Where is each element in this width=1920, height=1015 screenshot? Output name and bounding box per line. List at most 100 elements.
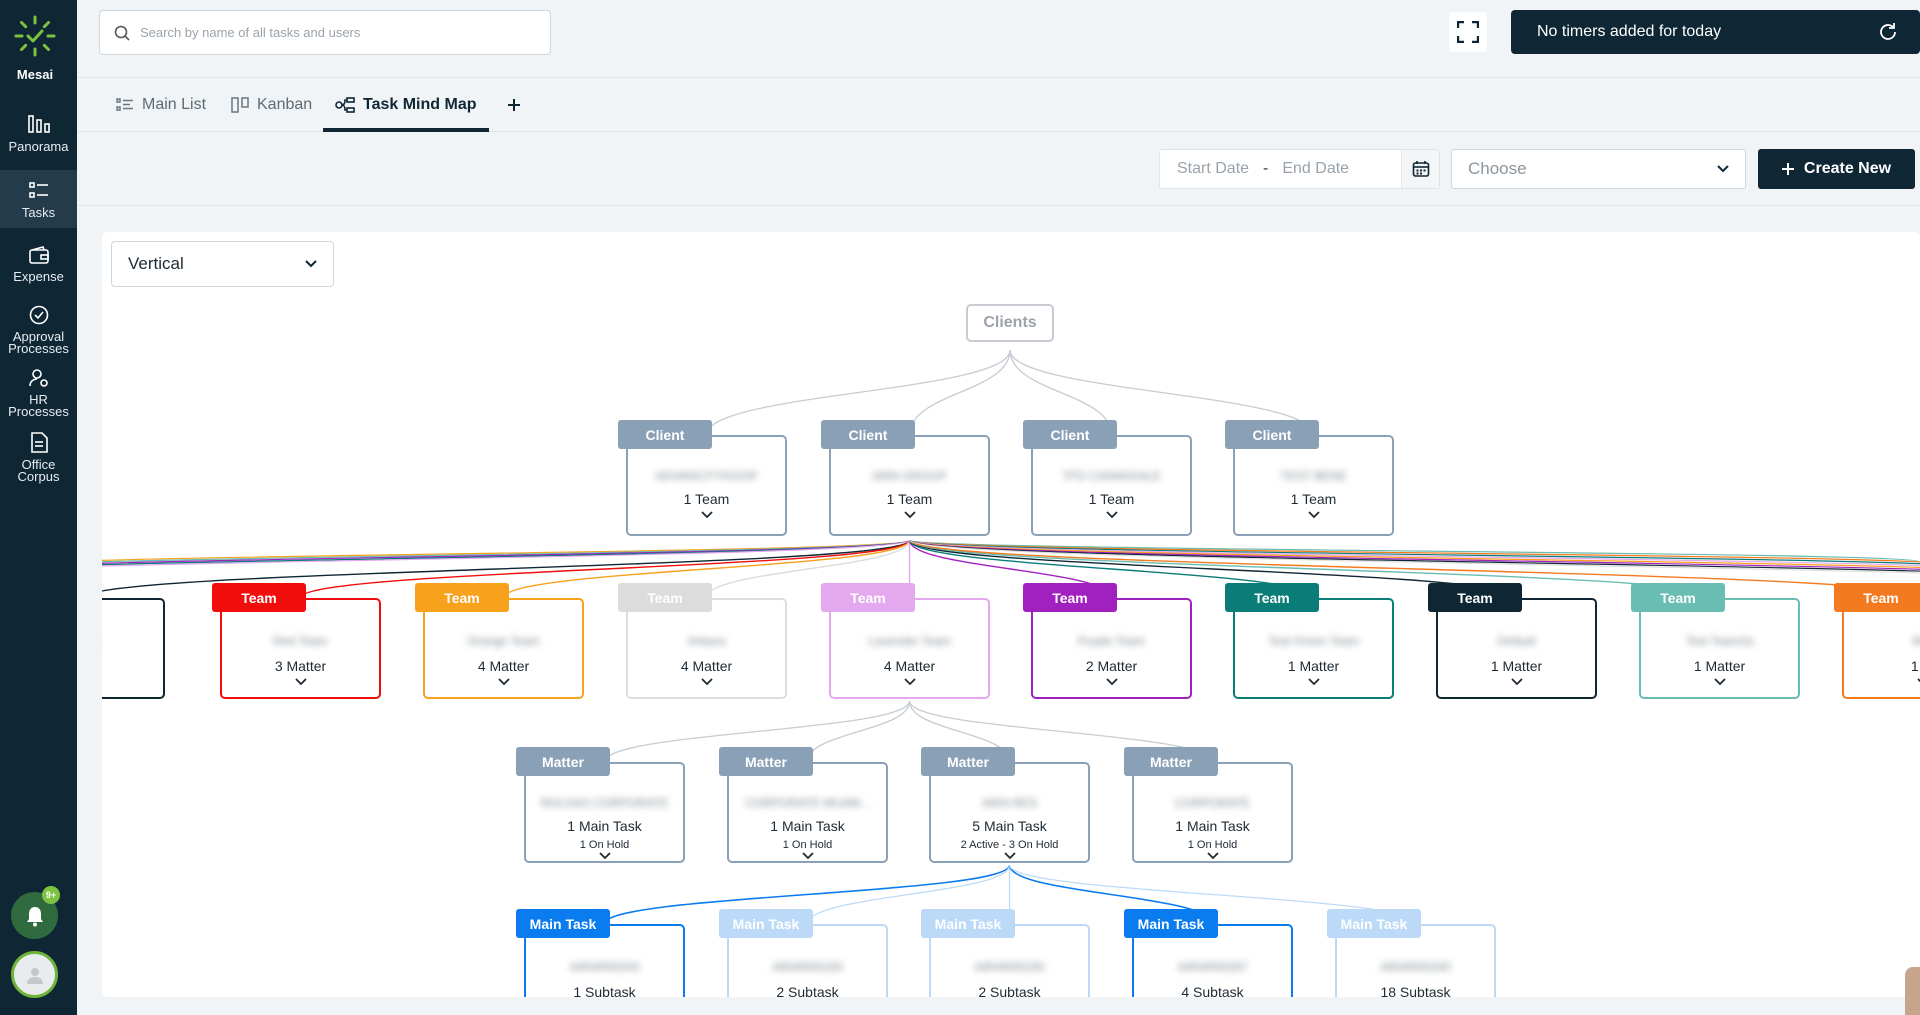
chevron-down-icon[interactable] bbox=[1307, 678, 1321, 686]
sidebar-item-expense[interactable]: Expense bbox=[0, 246, 77, 286]
team-node[interactable]: Team Purple Team 2 Matter bbox=[1023, 583, 1192, 699]
hr-icon bbox=[28, 369, 48, 387]
sidebar-item-office-corpus[interactable]: Office Corpus bbox=[0, 432, 77, 484]
matter-name: AIRA RES bbox=[981, 796, 1038, 810]
sidebar-item-hr-processes[interactable]: HR Processes bbox=[0, 368, 77, 420]
team-name: Team bbox=[102, 634, 163, 648]
date-range-picker[interactable]: Start Date - End Date bbox=[1159, 149, 1440, 189]
start-date-input[interactable]: Start Date bbox=[1177, 160, 1249, 178]
matter-node[interactable]: Matter CORPORATE MUAM... 1 Main Task 1 On H… bbox=[719, 747, 888, 863]
mind-map-canvas[interactable]: Vertical Clients Client ADVANCITYKOOP 1 Te… bbox=[102, 232, 1920, 997]
chevron-down-icon[interactable] bbox=[700, 678, 714, 686]
sidebar-item-label: Tasks bbox=[21, 205, 56, 220]
team-name: Default bbox=[1497, 634, 1536, 648]
team-node[interactable]: Team Orange Team 4 Matter bbox=[415, 583, 584, 699]
team-count: 4 Matter bbox=[883, 658, 936, 674]
team-name: Mat bbox=[1912, 634, 1920, 648]
team-node[interactable]: Team Lavender Team 4 Matter bbox=[821, 583, 990, 699]
sidebar-item-label: Approval Processes bbox=[8, 329, 69, 356]
timer-status: No timers added for today bbox=[1537, 23, 1722, 40]
chevron-down-icon[interactable] bbox=[903, 511, 917, 519]
tab-kanban[interactable]: Kanban bbox=[231, 78, 312, 132]
client-node[interactable]: Client AIRA GROUP 1 Team bbox=[821, 420, 990, 536]
user-icon bbox=[26, 967, 43, 984]
client-name: TFD CANAKKALE bbox=[1062, 469, 1161, 483]
chevron-down-icon[interactable] bbox=[1105, 678, 1119, 686]
task-count: 4 Subtask bbox=[1181, 984, 1244, 997]
task-node[interactable]: Main Task AIRAR00193 2 Subtask bbox=[719, 909, 888, 997]
client-node[interactable]: Client TFD CANAKKALE 1 Team bbox=[1023, 420, 1192, 536]
chevron-down-icon[interactable] bbox=[1307, 511, 1321, 519]
chevron-down-icon[interactable] bbox=[903, 678, 917, 686]
add-tab-button[interactable] bbox=[507, 78, 521, 132]
user-avatar[interactable] bbox=[11, 951, 58, 998]
fullscreen-button[interactable] bbox=[1449, 12, 1487, 52]
sidebar-item-label: Office Corpus bbox=[17, 457, 60, 484]
team-node[interactable]: Team Ankara 4 Matter bbox=[618, 583, 787, 699]
calendar-button[interactable] bbox=[1401, 150, 1439, 188]
sidebar-item-approval-processes[interactable]: Approval Processes bbox=[0, 305, 77, 357]
chevron-down-icon[interactable] bbox=[294, 678, 308, 686]
root-node[interactable]: Clients bbox=[966, 304, 1054, 342]
task-node[interactable]: Main Task AIRAR00297 4 Subtask bbox=[1124, 909, 1293, 997]
matter-tag: Matter bbox=[719, 747, 813, 776]
tab-label: Main List bbox=[142, 96, 207, 113]
matter-tag: Matter bbox=[1124, 747, 1218, 776]
team-node[interactable]: Team Default 1 Matter bbox=[1428, 583, 1597, 699]
search-input[interactable] bbox=[140, 25, 520, 40]
matter-node[interactable]: Matter CORPORATE 1 Main Task 1 On Hold bbox=[1124, 747, 1293, 863]
chevron-down-icon[interactable] bbox=[598, 852, 612, 860]
client-node[interactable]: Client TEST BENE 1 Team bbox=[1225, 420, 1394, 536]
team-node[interactable]: Team Red Team 3 Matter bbox=[212, 583, 381, 699]
filter-toolbar: Start Date - End Date Choose Create New bbox=[77, 132, 1920, 206]
matter-node[interactable]: Matter ROLDAS CORPORATE 1 Main Task 1 On Ho… bbox=[516, 747, 685, 863]
task-node[interactable]: Main Task AIRAR00240 18 Subtask bbox=[1327, 909, 1496, 997]
task-name: AIRAR00193 bbox=[772, 960, 843, 974]
tab-main-list[interactable]: Main List bbox=[116, 78, 206, 132]
app-logo[interactable]: Mesai bbox=[0, 14, 70, 82]
chevron-down-icon[interactable] bbox=[1105, 511, 1119, 519]
task-name: AIRAR00297 bbox=[1177, 960, 1248, 974]
document-icon bbox=[30, 432, 48, 453]
client-count: 1 Team bbox=[1290, 491, 1337, 507]
chevron-down-icon[interactable] bbox=[801, 852, 815, 860]
team-node[interactable]: Team Teal Green Team 1 Matter bbox=[1225, 583, 1394, 699]
client-tag: Client bbox=[1225, 420, 1319, 449]
task-node[interactable]: Main Task AIRAR00243 1 Subtask bbox=[516, 909, 685, 997]
team-tag: Team bbox=[1834, 583, 1920, 612]
sidebar-item-panorama[interactable]: Panorama bbox=[0, 114, 77, 158]
chevron-down-icon[interactable] bbox=[1003, 852, 1017, 860]
team-count: 1 Matter bbox=[1287, 658, 1340, 674]
chevron-down-icon[interactable] bbox=[1510, 678, 1524, 686]
tab-task-mind-map[interactable]: Task Mind Map bbox=[323, 78, 489, 132]
chevron-down-icon[interactable] bbox=[1713, 678, 1727, 686]
chevron-down-icon[interactable] bbox=[1206, 852, 1220, 860]
task-node[interactable]: Main Task AIRAR00230 2 Subtask bbox=[921, 909, 1090, 997]
create-new-button[interactable]: Create New bbox=[1758, 149, 1915, 189]
sidebar-item-label: Expense bbox=[13, 269, 64, 284]
tab-label: Task Mind Map bbox=[363, 96, 477, 113]
view-tabs: Main List Kanban Task Mind Map bbox=[77, 78, 1920, 132]
timer-panel[interactable]: No timers added for today bbox=[1511, 10, 1920, 54]
matter-count: 5 Main Task bbox=[972, 818, 1047, 834]
team-node[interactable]: Team Mat 1 M bbox=[1834, 583, 1920, 699]
task-tag: Main Task bbox=[516, 909, 610, 938]
chevron-down-icon bbox=[1717, 165, 1729, 173]
sidebar-item-label: HR Processes bbox=[8, 392, 69, 419]
chevron-down-icon[interactable] bbox=[1916, 678, 1920, 686]
search-icon bbox=[114, 25, 130, 41]
sidebar-item-tasks[interactable]: Tasks bbox=[0, 170, 77, 228]
tab-label: Kanban bbox=[257, 96, 313, 113]
matter-status: 1 On Hold bbox=[782, 839, 833, 851]
top-bar: No timers added for today bbox=[77, 0, 1920, 78]
chevron-down-icon[interactable] bbox=[700, 511, 714, 519]
choose-select[interactable]: Choose bbox=[1451, 149, 1746, 189]
refresh-icon[interactable] bbox=[1878, 22, 1898, 42]
end-date-input[interactable]: End Date bbox=[1282, 160, 1349, 178]
matter-node[interactable]: Matter AIRA RES 5 Main Task 2 Active - 3 On… bbox=[921, 747, 1090, 863]
team-node[interactable]: Team atter bbox=[102, 598, 165, 699]
chevron-down-icon[interactable] bbox=[497, 678, 511, 686]
team-node[interactable]: Team Test Team2a 1 Matter bbox=[1631, 583, 1800, 699]
client-node[interactable]: Client ADVANCITYKOOP 1 Team bbox=[618, 420, 787, 536]
choose-value: Choose bbox=[1468, 159, 1527, 178]
